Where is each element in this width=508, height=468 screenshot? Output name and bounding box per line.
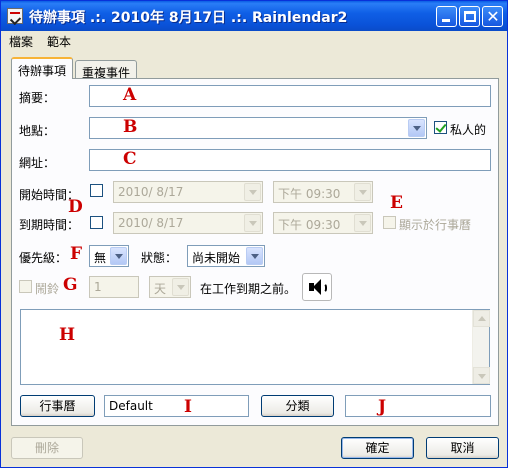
marker-i: I [184,397,192,417]
due-time-checkbox[interactable] [90,216,103,229]
alarm-unit-value: 天 [154,282,167,296]
calendar-value-field[interactable]: Default [104,395,249,417]
chevron-down-icon[interactable] [244,183,261,201]
priority-select[interactable]: 無 [89,245,129,267]
tab-recurrence[interactable]: 重複事件 [75,60,138,80]
todo-dialog: 待辦事項 .:. 2010年 8月17日 .:. Rainlendar2 ✕ 檔… [0,0,508,468]
calendar-button[interactable]: 行事曆 [20,395,95,417]
speaker-button[interactable] [302,273,332,301]
start-date-picker[interactable]: 2010/ 8/17 [113,181,263,203]
priority-label: 優先級： [19,251,68,265]
tab-todo[interactable]: 待辦事項 [11,57,74,79]
private-checkbox[interactable] [434,121,447,134]
delete-button[interactable]: 刪除 [11,437,83,459]
marker-c: C [123,149,137,169]
due-time-value: 下午 09:30 [278,218,341,232]
marker-e: E [390,193,403,213]
private-label: 私人的 [450,123,487,137]
window-title: 待辦事項 .:. 2010年 8月17日 .:. Rainlendar2 [29,10,348,26]
chevron-down-icon[interactable] [354,214,371,232]
chevron-down-icon[interactable] [172,278,189,296]
title-bar[interactable]: 待辦事項 .:. 2010年 8月17日 .:. Rainlendar2 ✕ [1,1,507,31]
start-time-picker[interactable]: 下午 09:30 [273,181,373,203]
location-label: 地點： [19,124,56,138]
minimize-icon [442,19,450,22]
ok-button[interactable]: 確定 [341,437,414,459]
marker-f: F [70,244,83,264]
marker-j: J [378,397,387,417]
close-button[interactable]: ✕ [482,6,503,27]
rainlendar-app-icon[interactable] [7,8,23,24]
minimize-button[interactable] [436,6,457,27]
marker-d: D [68,197,83,217]
status-label: 狀態： [141,251,178,265]
category-value-field[interactable] [345,395,491,417]
notes-scrollbar[interactable] [472,310,490,384]
show-in-calendar-label: 顯示於行事曆 [399,218,472,232]
due-date-picker[interactable]: 2010/ 8/17 [113,212,263,234]
location-combobox[interactable] [89,117,427,139]
start-date-value: 2010/ 8/17 [118,185,184,199]
due-time-label: 到期時間： [19,218,80,232]
due-time-picker[interactable]: 下午 09:30 [273,212,373,234]
start-time-value: 下午 09:30 [278,187,341,201]
scroll-down-icon[interactable] [473,367,490,384]
calendar-value: Default [109,399,153,413]
summary-input[interactable] [89,85,491,107]
menu-bar: 檔案 範本 [1,31,507,49]
maximize-icon [464,11,476,22]
chevron-down-icon[interactable] [408,119,425,137]
marker-h: H [59,325,76,345]
menu-sample[interactable]: 範本 [47,33,71,50]
category-button[interactable]: 分類 [261,395,334,417]
marker-a: A [123,85,137,105]
show-in-calendar-checkbox[interactable] [383,216,396,229]
chevron-down-icon[interactable] [354,183,371,201]
marker-b: B [123,117,138,137]
alarm-checkbox[interactable] [19,280,32,293]
cancel-button[interactable]: 取消 [426,437,499,459]
chevron-down-icon[interactable] [246,247,263,265]
chevron-down-icon[interactable] [244,214,261,232]
alarm-label: 鬧鈴 [35,282,60,296]
chevron-down-icon[interactable] [110,247,127,265]
alarm-amount-input[interactable]: 1 [89,276,139,298]
due-date-value: 2010/ 8/17 [118,216,184,230]
start-time-checkbox[interactable] [90,184,103,197]
priority-value: 無 [94,251,107,265]
status-value: 尚未開始 [192,251,241,265]
alarm-unit-select[interactable]: 天 [149,276,191,298]
status-select[interactable]: 尚未開始 [187,245,265,267]
url-input[interactable] [89,149,491,171]
notes-textarea[interactable] [20,309,490,385]
marker-g: G [63,275,78,295]
alarm-amount-value: 1 [94,280,102,294]
url-label: 網址： [19,156,56,170]
alarm-suffix-text: 在工作到期之前。 [200,282,297,296]
close-icon: ✕ [486,7,500,26]
menu-file[interactable]: 檔案 [9,33,33,50]
scroll-up-icon[interactable] [473,310,490,327]
summary-label: 摘要： [19,91,56,105]
maximize-button[interactable] [459,6,480,27]
